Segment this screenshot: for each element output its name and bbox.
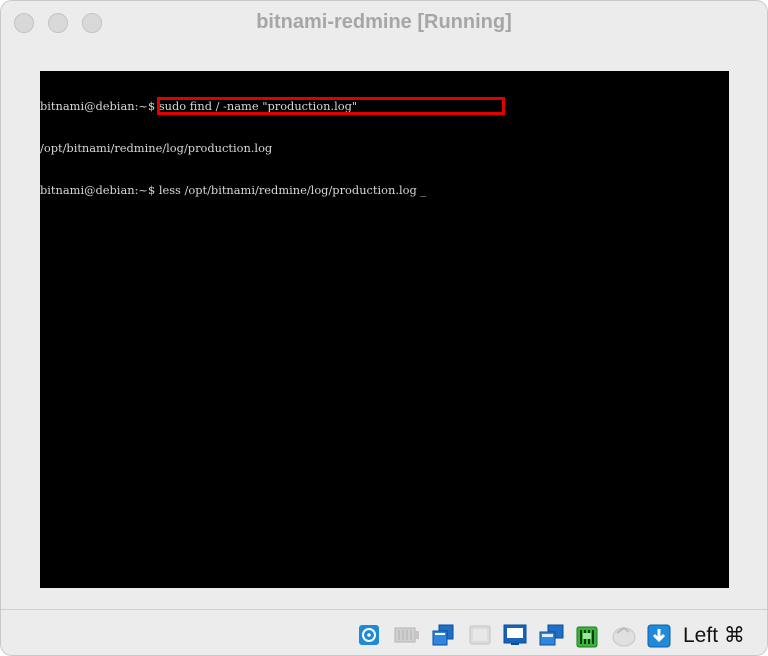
vm-window: bitnami-redmine [Running] bitnami@debian… <box>0 0 768 656</box>
mouse-integration-icon[interactable] <box>611 624 636 647</box>
shared-folders-icon[interactable] <box>468 624 491 646</box>
recording-icon[interactable] <box>539 624 564 646</box>
display-icon[interactable] <box>503 624 527 646</box>
network-icon[interactable] <box>574 624 598 648</box>
hard-disk-icon[interactable] <box>358 624 380 646</box>
terminal-line: /opt/bitnami/redmine/log/production.log <box>40 141 273 155</box>
usb-icon[interactable] <box>431 624 454 646</box>
host-key-label: Left ⌘ <box>683 624 745 647</box>
vm-screen[interactable]: bitnami@debian:~$ sudo find / -name "pro… <box>40 71 729 588</box>
keyboard-capture-icon[interactable] <box>647 624 671 648</box>
optical-drive-icon[interactable] <box>393 624 419 646</box>
window-title: bitnami-redmine [Running] <box>256 11 512 33</box>
title-bar: bitnami-redmine [Running] <box>1 1 767 47</box>
status-bar: Left ⌘ <box>1 609 767 655</box>
terminal-output: bitnami@debian:~$ sudo find / -name "pro… <box>40 71 426 225</box>
terminal-line: bitnami@debian:~$ less /opt/bitnami/redm… <box>40 183 427 197</box>
command-highlight-box <box>157 97 505 115</box>
